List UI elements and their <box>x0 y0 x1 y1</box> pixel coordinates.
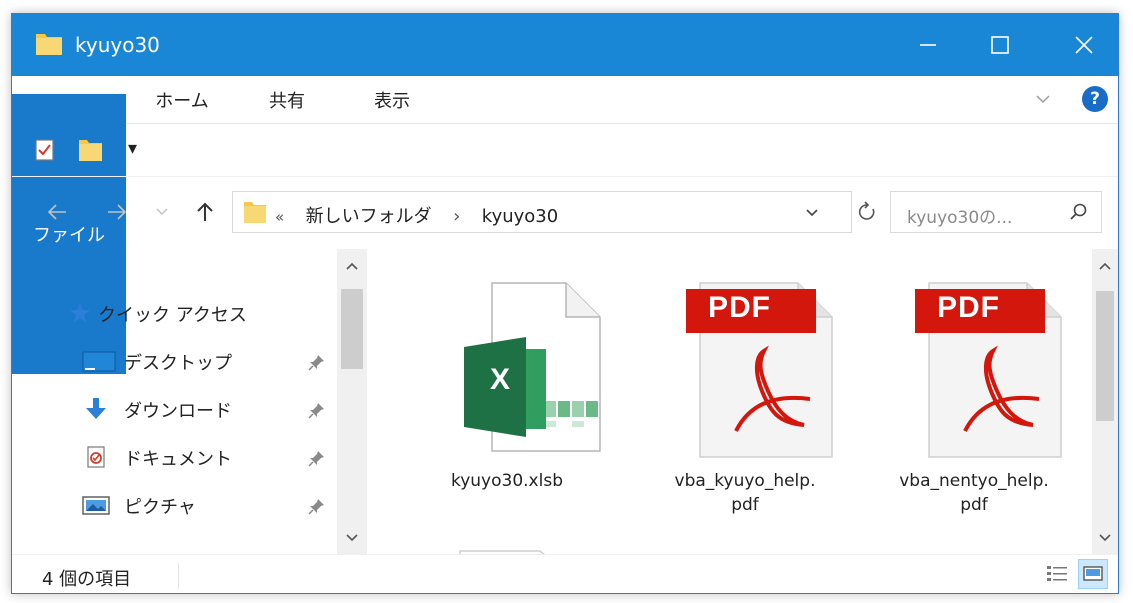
pin-icon[interactable] <box>308 401 326 419</box>
nav-item-label: ピクチャ <box>124 497 196 518</box>
pin-icon[interactable] <box>308 449 326 467</box>
ribbon-tabs: ファイル ホーム 共有 表示 ? <box>12 76 1118 374</box>
help-button[interactable]: ? <box>1082 86 1108 112</box>
tab-view[interactable]: 表示 <box>357 76 427 123</box>
chevron-up-icon <box>346 262 358 270</box>
large-icons-view-icon <box>1083 566 1103 581</box>
address-bar[interactable]: « 新しいフォルダ › kyuyo30 <box>232 191 852 233</box>
search-placeholder: kyuyo30の... <box>907 208 1013 228</box>
maximize-icon <box>991 36 1009 54</box>
back-arrow-icon <box>47 204 66 220</box>
properties-icon[interactable] <box>34 138 56 162</box>
large-icons-view-button[interactable] <box>1078 559 1108 589</box>
item-count: 4 個の項目 <box>42 569 132 590</box>
content-scrollbar[interactable] <box>1092 249 1118 554</box>
pin-icon[interactable] <box>308 497 326 515</box>
chevron-down-icon <box>346 534 358 542</box>
window-title: kyuyo30 <box>75 33 160 57</box>
nav-item-downloads[interactable]: ダウンロード <box>12 389 332 429</box>
excel-file-icon <box>464 282 601 452</box>
explorer-window: kyuyo30 ファイル ホーム 共有 表示 ? ▾ « 新しいフォルダ › k… <box>11 13 1119 594</box>
back-button[interactable] <box>42 197 72 227</box>
folder-icon <box>36 34 62 55</box>
up-arrow-icon <box>197 202 213 221</box>
file-item[interactable]: PDF vba_nentyo_help. pdf <box>869 267 1062 547</box>
excel-badge: X <box>490 363 511 396</box>
scroll-down-button[interactable] <box>337 525 367 551</box>
status-bar: 4 個の項目 <box>12 554 1118 593</box>
refresh-icon[interactable] <box>857 201 877 223</box>
minimize-icon <box>920 44 936 46</box>
desktop-icon <box>82 351 116 372</box>
pin-icon[interactable] <box>308 353 326 371</box>
file-icon[interactable] <box>458 541 558 554</box>
pdf-badge: PDF <box>937 291 1000 324</box>
scroll-down-button[interactable] <box>1092 525 1118 551</box>
breadcrumb-item[interactable]: 新しいフォルダ <box>306 206 432 227</box>
nav-item-label: クイック アクセス <box>98 305 247 326</box>
navigation-pane: クイック アクセス デスクトップ ダウンロード ドキュメント ピクチャ <box>12 249 367 554</box>
download-icon <box>86 398 106 419</box>
file-item[interactable]: PDF vba_kyuyo_help. pdf <box>640 267 833 547</box>
close-icon <box>1075 36 1093 54</box>
star-icon <box>70 303 90 323</box>
minimize-button[interactable] <box>892 14 964 76</box>
status-separator <box>178 563 179 589</box>
chevron-down-icon <box>1036 95 1050 104</box>
title-bar[interactable]: kyuyo30 <box>12 14 1118 76</box>
new-folder-icon[interactable] <box>78 137 104 163</box>
scroll-thumb[interactable] <box>341 289 363 369</box>
file-name: vba_nentyo_help. pdf <box>899 471 1049 515</box>
recent-locations-button[interactable] <box>152 197 172 227</box>
nav-item-label: デスクトップ <box>124 353 232 374</box>
pdf-badge: PDF <box>708 291 771 324</box>
forward-arrow-icon <box>108 204 127 220</box>
file-item[interactable]: X kyuyo30.xlsb <box>412 267 602 547</box>
scroll-thumb[interactable] <box>1096 291 1114 421</box>
search-input[interactable]: kyuyo30の... <box>890 191 1102 233</box>
breadcrumb-overflow[interactable]: « <box>275 208 284 226</box>
ribbon-expand-button[interactable] <box>1030 86 1056 112</box>
nav-item-quick-access[interactable]: クイック アクセス <box>12 293 332 333</box>
breadcrumb-separator[interactable]: › <box>453 206 460 227</box>
breadcrumb-item[interactable]: kyuyo30 <box>482 206 558 227</box>
pictures-icon <box>82 496 110 515</box>
search-icon[interactable] <box>1069 202 1089 222</box>
tab-home[interactable]: ホーム <box>142 76 222 123</box>
documents-icon <box>87 446 105 468</box>
file-name: kyuyo30.xlsb <box>450 471 563 491</box>
address-dropdown-icon[interactable] <box>805 208 819 218</box>
close-button[interactable] <box>1048 14 1118 76</box>
address-row: « 新しいフォルダ › kyuyo30 kyuyo30の... <box>12 177 1118 249</box>
breadcrumb: « 新しいフォルダ › kyuyo30 <box>275 202 558 228</box>
chevron-up-icon <box>1099 262 1111 270</box>
nav-item-documents[interactable]: ドキュメント <box>12 437 332 477</box>
details-view-icon <box>1047 566 1067 581</box>
quick-access-toolbar: ▾ <box>12 124 1118 177</box>
chevron-down-icon <box>156 208 168 215</box>
tab-share[interactable]: 共有 <box>252 76 322 123</box>
customize-qat-button[interactable]: ▾ <box>128 138 137 159</box>
nav-item-pictures[interactable]: ピクチャ <box>12 485 332 525</box>
scroll-up-button[interactable] <box>337 253 367 279</box>
file-list: X kyuyo30.xlsb PDF vba_kyuyo_help. pdf P… <box>382 249 1094 554</box>
details-view-button[interactable] <box>1042 559 1072 589</box>
folder-icon <box>244 202 266 223</box>
scroll-up-button[interactable] <box>1092 253 1118 279</box>
file-name: vba_kyuyo_help. pdf <box>674 471 816 515</box>
nav-pane-scrollbar[interactable] <box>337 249 367 554</box>
maximize-button[interactable] <box>964 14 1036 76</box>
nav-item-label: ダウンロード <box>124 401 232 422</box>
up-button[interactable] <box>190 197 220 227</box>
forward-button[interactable] <box>102 197 132 227</box>
nav-item-label: ドキュメント <box>124 449 232 470</box>
chevron-down-icon <box>1099 534 1111 542</box>
nav-item-desktop[interactable]: デスクトップ <box>12 341 332 381</box>
